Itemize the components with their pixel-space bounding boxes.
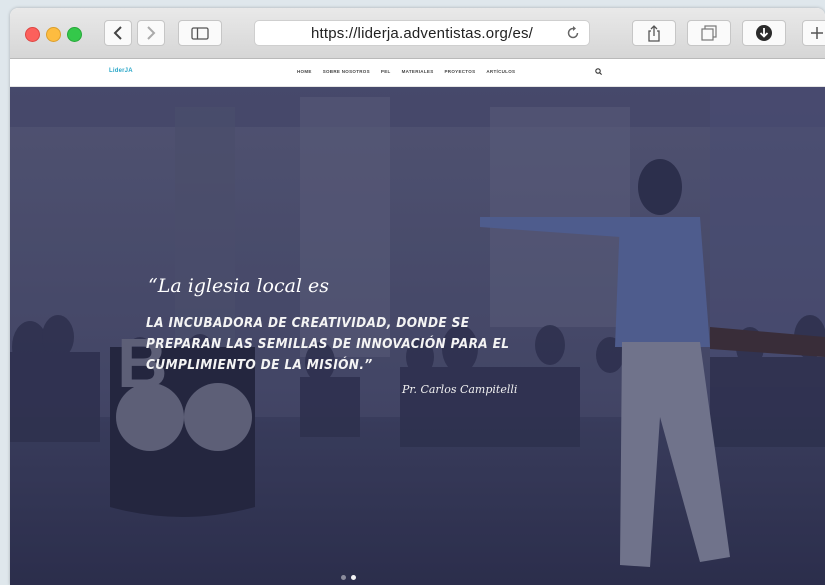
chevron-left-icon (113, 26, 122, 40)
search-icon[interactable] (595, 68, 602, 75)
quote-author: Pr. Carlos Campitelli (402, 383, 518, 396)
tabs-button[interactable] (687, 20, 731, 46)
quote-intro: “La iglesia local es (148, 275, 330, 297)
slider-pagination (341, 575, 356, 580)
menu-item-proyectos[interactable]: PROYECTOS (445, 69, 476, 74)
share-icon (648, 24, 660, 42)
sidebar-button[interactable] (178, 20, 222, 46)
forward-button[interactable] (137, 20, 165, 46)
downloads-button[interactable] (742, 20, 786, 46)
site-logo[interactable]: LiderJA (109, 68, 133, 74)
plus-icon (811, 27, 823, 39)
menu-item-sobre-nosotros[interactable]: SOBRE NOSOTROS (323, 69, 370, 74)
share-button[interactable] (632, 20, 676, 46)
close-window-button[interactable] (25, 27, 40, 42)
minimize-window-button[interactable] (46, 27, 61, 42)
quote-body: la incubadora de creatividad, donde se p… (146, 315, 510, 373)
menu-item-home[interactable]: HOME (297, 69, 312, 74)
menu-item-articulos[interactable]: ARTÍCULOS (486, 69, 515, 74)
site-navbar: LiderJA HOME SOBRE NOSOTROS PEL MATERIAL… (10, 59, 825, 87)
reload-icon[interactable] (565, 25, 581, 41)
menu-item-materiales[interactable]: MATERIALES (402, 69, 434, 74)
browser-window: https://liderja.adventistas.org/es/ Lide… (10, 8, 825, 585)
main-menu: HOME SOBRE NOSOTROS PEL MATERIALES PROYE… (297, 69, 515, 74)
slider-dot-2[interactable] (351, 575, 356, 580)
hero-slider: B “La iglesia local es la incubadora de … (10, 87, 825, 585)
tabs-icon (701, 25, 717, 41)
browser-toolbar: https://liderja.adventistas.org/es/ (10, 8, 825, 59)
new-tab-button[interactable] (802, 20, 825, 46)
chevron-right-icon (147, 26, 156, 40)
zoom-window-button[interactable] (67, 27, 82, 42)
url-text[interactable]: https://liderja.adventistas.org/es/ (311, 25, 533, 42)
sidebar-icon (191, 26, 209, 40)
back-button[interactable] (104, 20, 132, 46)
menu-item-pel[interactable]: PEL (381, 69, 391, 74)
address-bar[interactable]: https://liderja.adventistas.org/es/ (254, 20, 590, 46)
download-icon (756, 25, 772, 41)
slider-dot-1[interactable] (341, 575, 346, 580)
